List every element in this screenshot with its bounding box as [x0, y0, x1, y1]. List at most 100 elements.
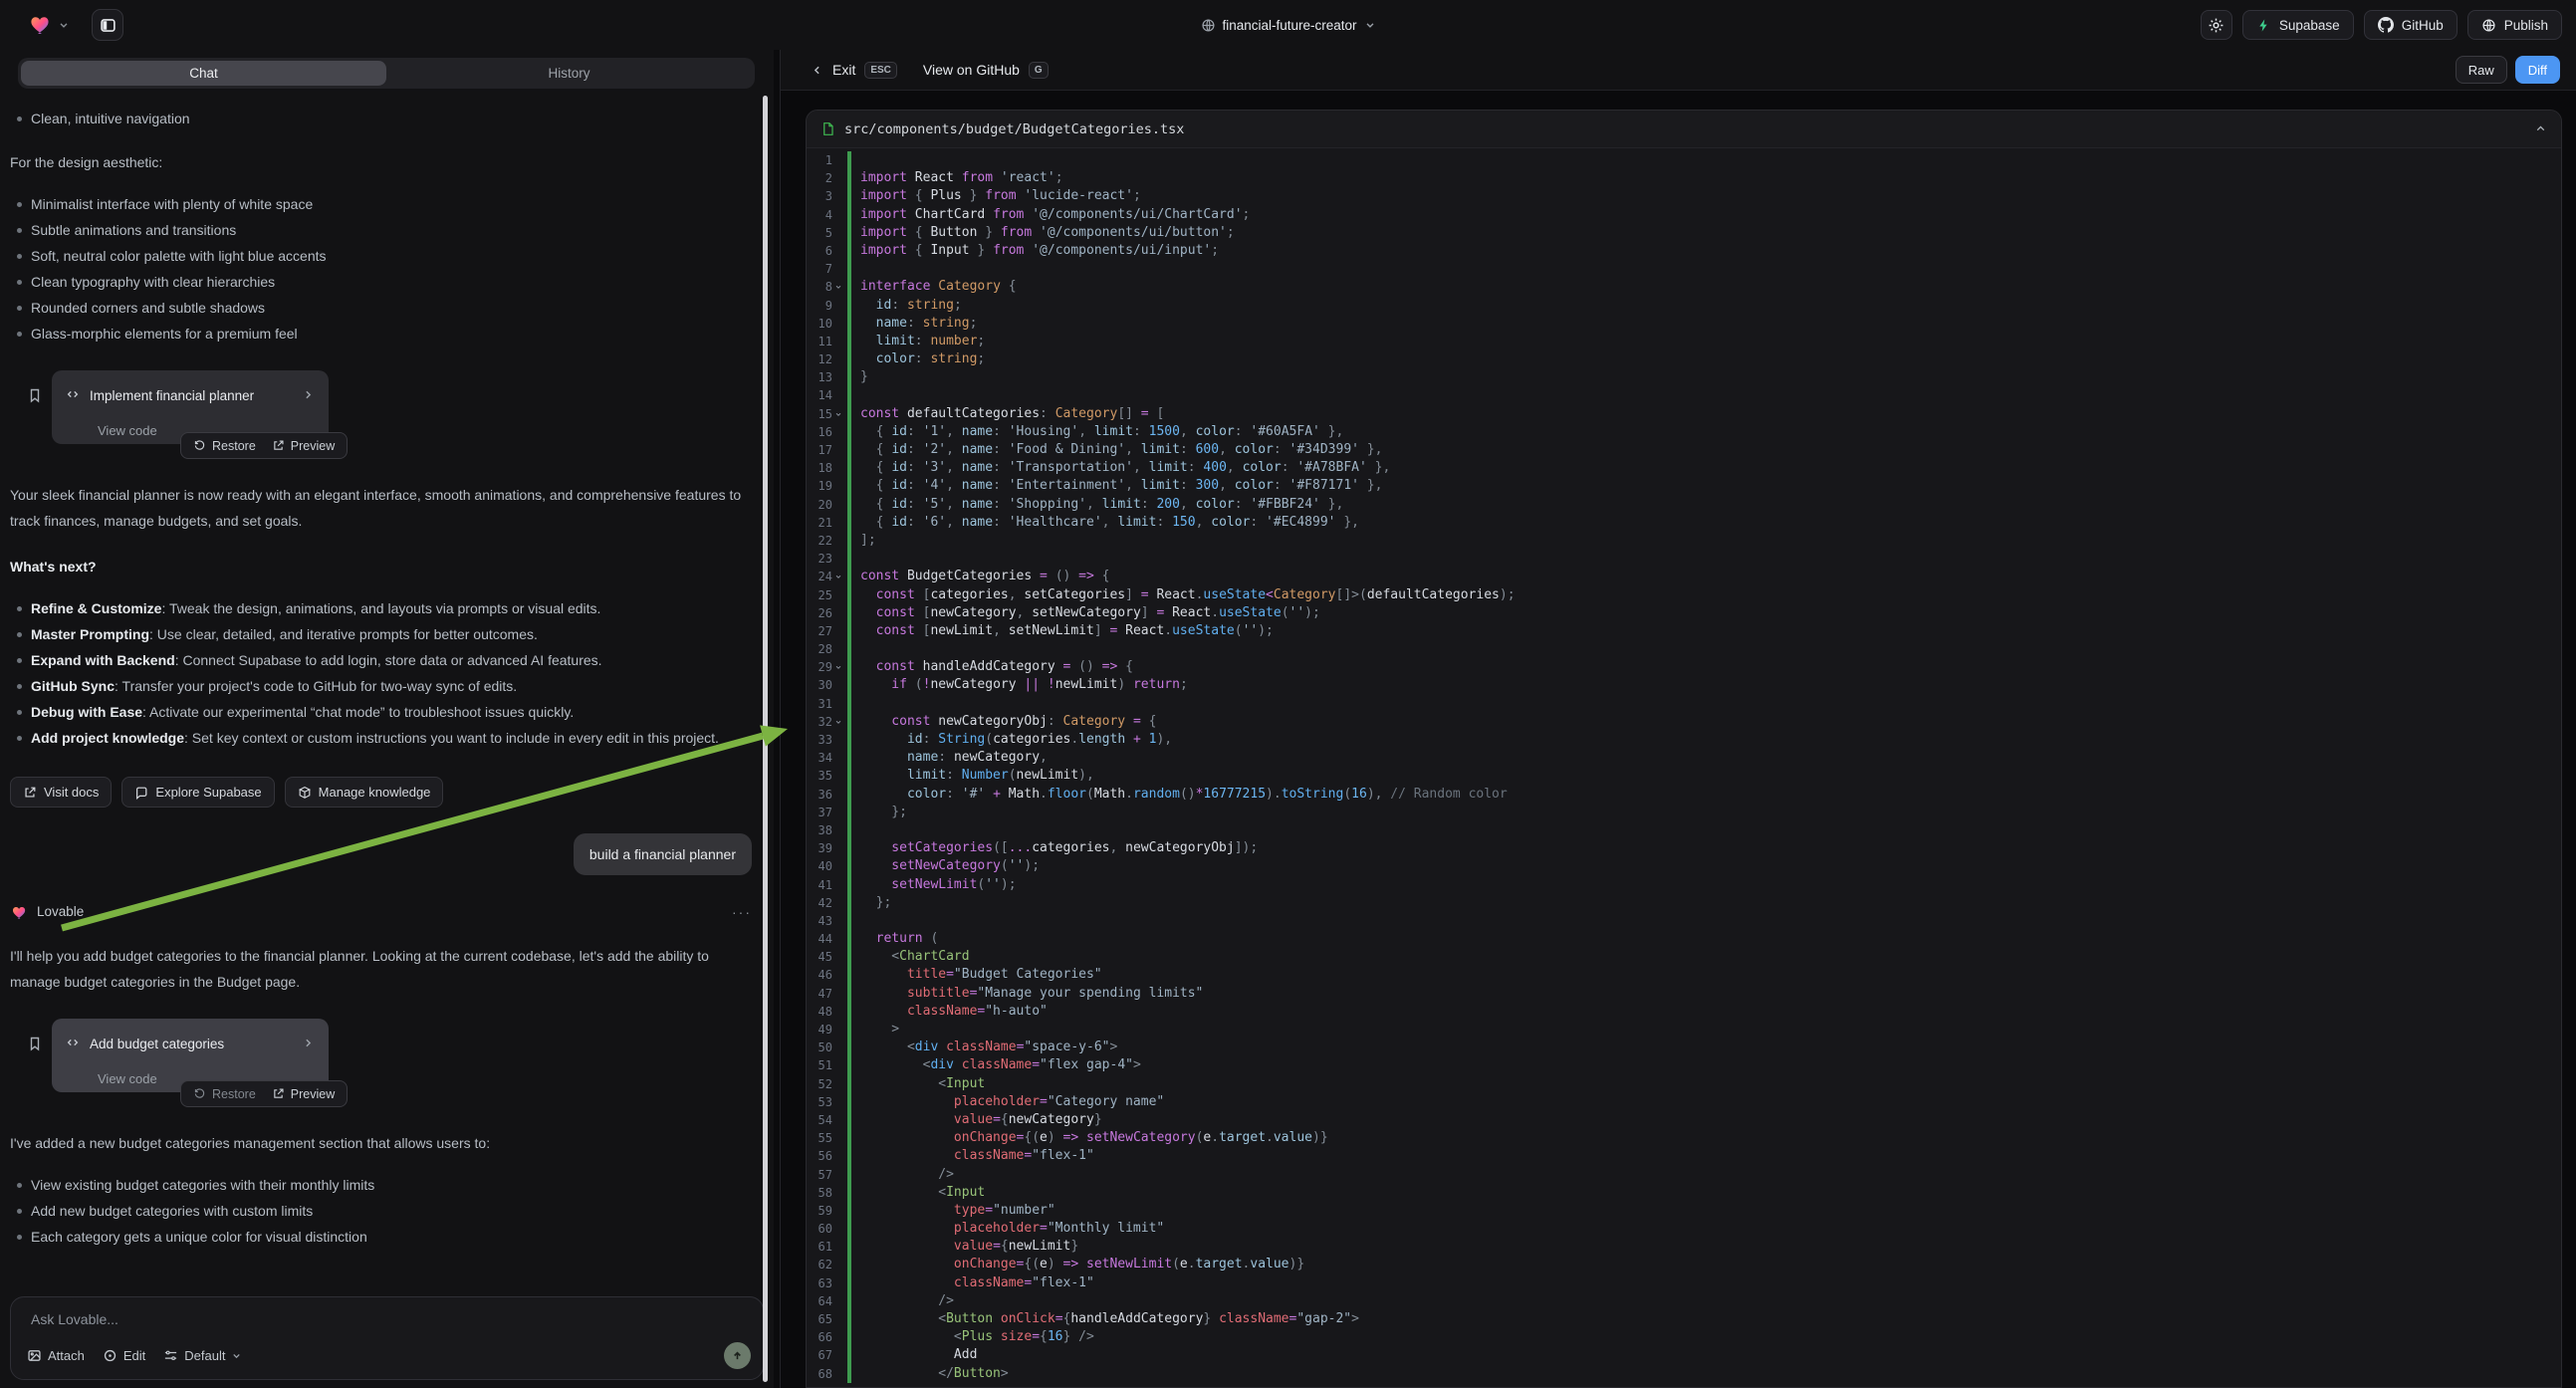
fold-gutter	[832, 857, 844, 875]
preview-button[interactable]: Preview	[272, 1081, 335, 1107]
restore-button[interactable]: Restore	[193, 1081, 256, 1107]
code-text: { id: '4', name: 'Entertainment', limit:…	[851, 477, 1382, 495]
code-text: }	[851, 368, 868, 386]
diff-button[interactable]: Diff	[2515, 56, 2560, 84]
bullet-dot	[17, 1235, 22, 1240]
chevron-down-icon	[58, 19, 70, 31]
file-header[interactable]: src/components/budget/BudgetCategories.t…	[807, 111, 2561, 148]
chat-composer[interactable]: Ask Lovable... Attach Edit	[10, 1296, 764, 1380]
fold-gutter	[832, 1093, 844, 1111]
chat-input[interactable]: Ask Lovable...	[31, 1311, 747, 1327]
fold-gutter	[832, 386, 844, 404]
chevron-right-icon	[302, 388, 315, 401]
line-number: 7	[807, 260, 832, 278]
code-line: 41 setNewLimit('');	[807, 876, 2561, 894]
attach-button[interactable]: Attach	[27, 1348, 85, 1363]
fold-chevron-icon[interactable]	[832, 658, 844, 676]
line-number: 59	[807, 1202, 832, 1220]
fold-chevron-icon[interactable]	[832, 405, 844, 423]
code-text: title="Budget Categories"	[851, 966, 1102, 984]
visit-docs-button[interactable]: Visit docs	[10, 777, 112, 808]
code-line: 47 subtitle="Manage your spending limits…	[807, 985, 2561, 1003]
line-number: 64	[807, 1292, 832, 1310]
fold-gutter	[832, 1346, 844, 1364]
code-line: 11 limit: number;	[807, 333, 2561, 350]
chat-paragraph: I'll help you add budget categories to t…	[10, 943, 752, 995]
fold-gutter	[832, 1129, 844, 1147]
code-text: import { Plus } from 'lucide-react';	[851, 187, 1141, 205]
line-number: 50	[807, 1039, 832, 1056]
chevron-down-icon	[231, 1350, 242, 1361]
lovable-logo-menu[interactable]	[30, 13, 70, 37]
message-menu-button[interactable]: ···	[732, 899, 752, 925]
chevron-down-icon[interactable]	[1364, 19, 1376, 31]
supabase-button[interactable]: Supabase	[2242, 10, 2354, 40]
line-number: 61	[807, 1238, 832, 1256]
fold-gutter	[832, 1365, 844, 1383]
line-number: 4	[807, 206, 832, 224]
code-line: 65 <Button onClick={handleAddCategory} c…	[807, 1310, 2561, 1328]
code-text: };	[851, 804, 907, 821]
publish-button[interactable]: Publish	[2467, 10, 2562, 40]
code-line: 1	[807, 151, 2561, 169]
code-line: 61 value={newLimit}	[807, 1238, 2561, 1256]
line-number: 37	[807, 804, 832, 821]
restore-button[interactable]: Restore	[193, 433, 256, 459]
project-title[interactable]: financial-future-creator	[1222, 18, 1356, 33]
settings-button[interactable]	[2201, 10, 2232, 40]
code-line: 64 />	[807, 1292, 2561, 1310]
view-on-github-button[interactable]: View on GitHub G	[923, 62, 1049, 79]
preview-button[interactable]: Preview	[272, 433, 335, 459]
mode-select[interactable]: Default	[163, 1348, 242, 1363]
code-diff-body[interactable]: 12import React from 'react';3import { Pl…	[807, 148, 2561, 1383]
line-number: 53	[807, 1093, 832, 1111]
exit-button[interactable]: Exit ESC	[811, 62, 897, 79]
fold-gutter	[832, 1147, 844, 1165]
fold-chevron-icon[interactable]	[832, 278, 844, 296]
panel-resize-handle[interactable]	[763, 96, 768, 1382]
fold-gutter	[832, 676, 844, 694]
line-number: 25	[807, 586, 832, 604]
tab-history[interactable]: History	[386, 61, 752, 86]
line-number: 35	[807, 767, 832, 785]
explore-supabase-button[interactable]: Explore Supabase	[121, 777, 274, 808]
github-button[interactable]: GitHub	[2364, 10, 2458, 40]
line-number: 41	[807, 876, 832, 894]
bullet-bold-label: Master Prompting	[31, 626, 149, 642]
line-number: 52	[807, 1075, 832, 1093]
code-text: import ChartCard from '@/components/ui/C…	[851, 206, 1250, 224]
tab-chat[interactable]: Chat	[21, 61, 386, 86]
manage-knowledge-button[interactable]: Manage knowledge	[285, 777, 444, 808]
fold-gutter	[832, 550, 844, 568]
code-line: 17 { id: '2', name: 'Food & Dining', lim…	[807, 441, 2561, 459]
globe-icon	[2481, 18, 2496, 33]
bookmark-icon	[27, 387, 43, 403]
bookmark-icon[interactable]	[27, 385, 43, 411]
fold-gutter	[832, 1075, 844, 1093]
external-icon	[23, 786, 37, 800]
code-text: color: string;	[851, 350, 985, 368]
edit-button[interactable]: Edit	[103, 1348, 145, 1363]
list-item: Clean, intuitive navigation	[10, 106, 752, 131]
chat-messages[interactable]: Clean, intuitive navigationFor the desig…	[0, 86, 774, 1290]
raw-button[interactable]: Raw	[2456, 56, 2507, 84]
fold-gutter	[832, 1310, 844, 1328]
collapse-file-button[interactable]	[2534, 122, 2547, 135]
lovable-heart-icon	[12, 904, 29, 921]
restore-icon	[193, 439, 206, 452]
line-number: 46	[807, 966, 832, 984]
line-number: 29	[807, 658, 832, 676]
send-button[interactable]	[724, 1342, 751, 1369]
bookmark-icon[interactable]	[27, 1034, 43, 1059]
code-line: 25 const [categories, setCategories] = R…	[807, 586, 2561, 604]
line-number: 13	[807, 368, 832, 386]
fold-gutter	[832, 169, 844, 187]
fold-gutter	[832, 242, 844, 260]
line-number: 11	[807, 333, 832, 350]
fold-chevron-icon[interactable]	[832, 568, 844, 585]
code-text: className="flex-1"	[851, 1274, 1094, 1292]
fold-chevron-icon[interactable]	[832, 713, 844, 731]
code-line: 50 <div className="space-y-6">	[807, 1039, 2561, 1056]
toggle-sidebar-button[interactable]	[92, 9, 123, 41]
fold-gutter	[832, 640, 844, 658]
